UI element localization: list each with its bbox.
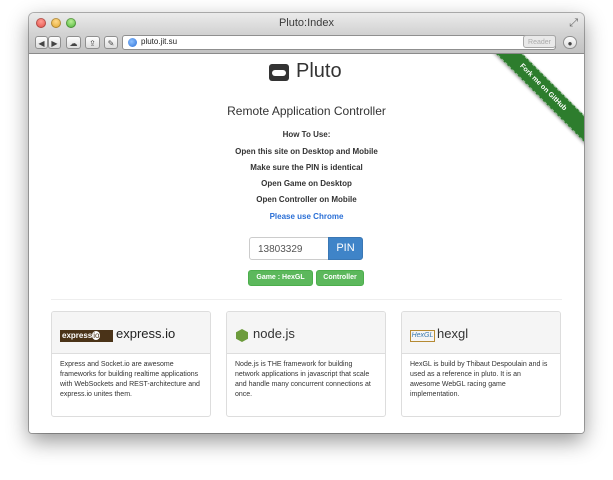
- card-header: expressio express.io: [52, 312, 210, 354]
- download-icon[interactable]: ●: [563, 36, 577, 49]
- page-content: Fork me on GitHub Pluto Remote Applicati…: [29, 54, 584, 433]
- reader-button[interactable]: Reader: [523, 35, 556, 48]
- card-title: node.js: [253, 326, 295, 341]
- back-button[interactable]: ◀: [35, 36, 48, 49]
- howto-title: How To Use:: [282, 130, 331, 139]
- card-hexgl: HexGL hexgl HexGL is build by Thibaut De…: [401, 311, 561, 417]
- title-bar: Pluto:Index ⤢: [29, 13, 584, 33]
- howto-step-3: Open Game on Desktop: [261, 179, 352, 188]
- gamepad-icon: [269, 64, 289, 81]
- browser-window: Pluto:Index ⤢ ◀ ▶ ☁ ⇪ ✎ pluto.jit.su ↻ R…: [29, 13, 584, 433]
- card-body: Express and Socket.io are awesome framew…: [60, 361, 200, 398]
- globe-icon: [128, 38, 137, 47]
- page-subtitle: Remote Application Controller: [227, 104, 386, 118]
- pin-button[interactable]: PIN: [328, 237, 363, 260]
- nodejs-icon: [236, 329, 248, 342]
- divider: [51, 299, 562, 300]
- browser-toolbar: ◀ ▶ ☁ ⇪ ✎ pluto.jit.su ↻ Reader ●: [29, 33, 584, 54]
- card-nodejs: node.js Node.js is THE framework for bui…: [226, 311, 386, 417]
- card-header: HexGL hexgl: [402, 312, 560, 354]
- address-bar[interactable]: pluto.jit.su ↻: [122, 35, 556, 50]
- cloud-icon[interactable]: ☁: [66, 36, 81, 49]
- hexgl-logo: HexGL: [410, 330, 435, 342]
- card-body: Node.js is THE framework for building ne…: [235, 361, 371, 398]
- howto-step-2: Make sure the PIN is identical: [250, 163, 363, 172]
- card-express-io: expressio express.io Express and Socket.…: [51, 311, 211, 417]
- card-header: node.js: [227, 312, 385, 354]
- express-io-logo: expressio: [60, 330, 113, 342]
- howto-step-4: Open Controller on Mobile: [256, 195, 357, 204]
- card-title: hexgl: [437, 326, 469, 341]
- window-title: Pluto:Index: [278, 17, 335, 29]
- url-text: pluto.jit.su: [141, 37, 178, 46]
- card-title: express.io: [116, 326, 176, 341]
- fullscreen-icon[interactable]: ⤢: [569, 17, 578, 30]
- forward-button[interactable]: ▶: [48, 36, 61, 49]
- pin-input[interactable]: 13803329: [249, 237, 329, 260]
- howto-step-1: Open this site on Desktop and Mobile: [235, 147, 378, 156]
- share-icon[interactable]: ⇪: [85, 36, 100, 49]
- card-body: HexGL is build by Thibaut Despoulain and…: [410, 361, 548, 398]
- chrome-note: Please use Chrome: [269, 212, 344, 221]
- game-hexgl-button[interactable]: Game : HexGL: [248, 270, 313, 286]
- wrench-icon[interactable]: ✎: [104, 36, 118, 49]
- logo-text: Pluto: [296, 60, 342, 82]
- controller-button[interactable]: Controller: [316, 270, 364, 286]
